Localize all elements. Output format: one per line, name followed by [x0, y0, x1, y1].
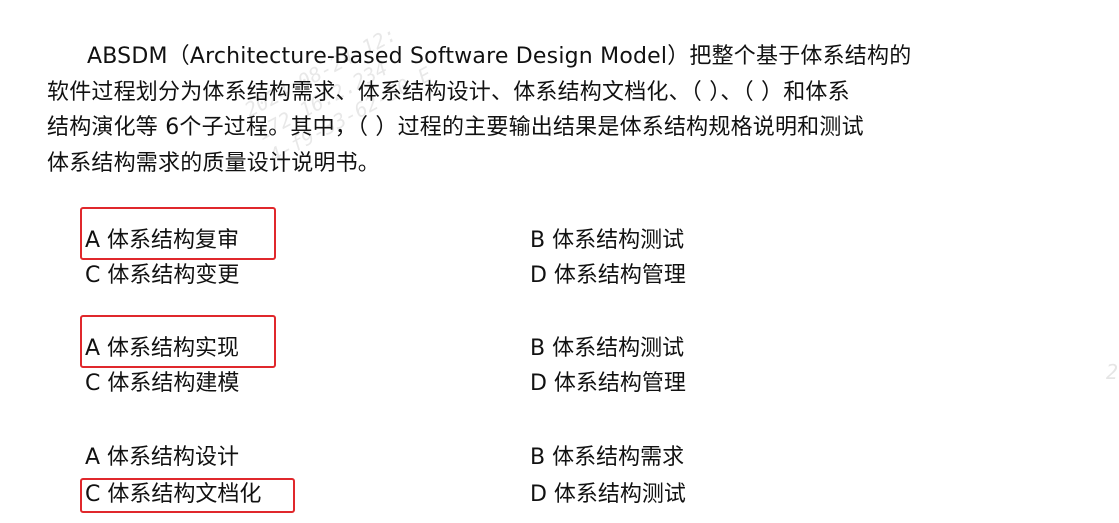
question-line: 体系结构需求的质量设计说明书。 — [47, 150, 381, 176]
option-a[interactable]: A 体系结构设计 — [85, 443, 239, 473]
option-b[interactable]: B 体系结构需求 — [530, 443, 684, 473]
option-b[interactable]: B 体系结构测试 — [530, 226, 684, 256]
question-text: ABSDM（Architecture-Based Software Design… — [47, 39, 977, 181]
option-c[interactable]: C 体系结构文档化 — [85, 480, 261, 510]
option-c[interactable]: C 体系结构建模 — [85, 369, 239, 399]
option-c[interactable]: C 体系结构变更 — [85, 261, 239, 291]
option-a[interactable]: A 体系结构实现 — [85, 334, 239, 364]
option-d[interactable]: D 体系结构测试 — [530, 480, 686, 510]
question-line: ABSDM（Architecture-Based Software Design… — [87, 44, 912, 69]
option-a[interactable]: A 体系结构复审 — [85, 226, 239, 256]
question-line: 结构演化等 6个子过程。其中，（ ）过程的主要输出结果是体系结构规格说明和测试 — [47, 115, 864, 140]
option-d[interactable]: D 体系结构管理 — [530, 261, 686, 291]
watermark-edge: 2 — [1106, 360, 1119, 384]
question-line: 软件过程划分为体系结构需求、体系结构设计、体系结构文档化、（ ）、（ ）和体系 — [47, 79, 850, 105]
option-d[interactable]: D 体系结构管理 — [530, 369, 686, 399]
option-b[interactable]: B 体系结构测试 — [530, 334, 684, 364]
